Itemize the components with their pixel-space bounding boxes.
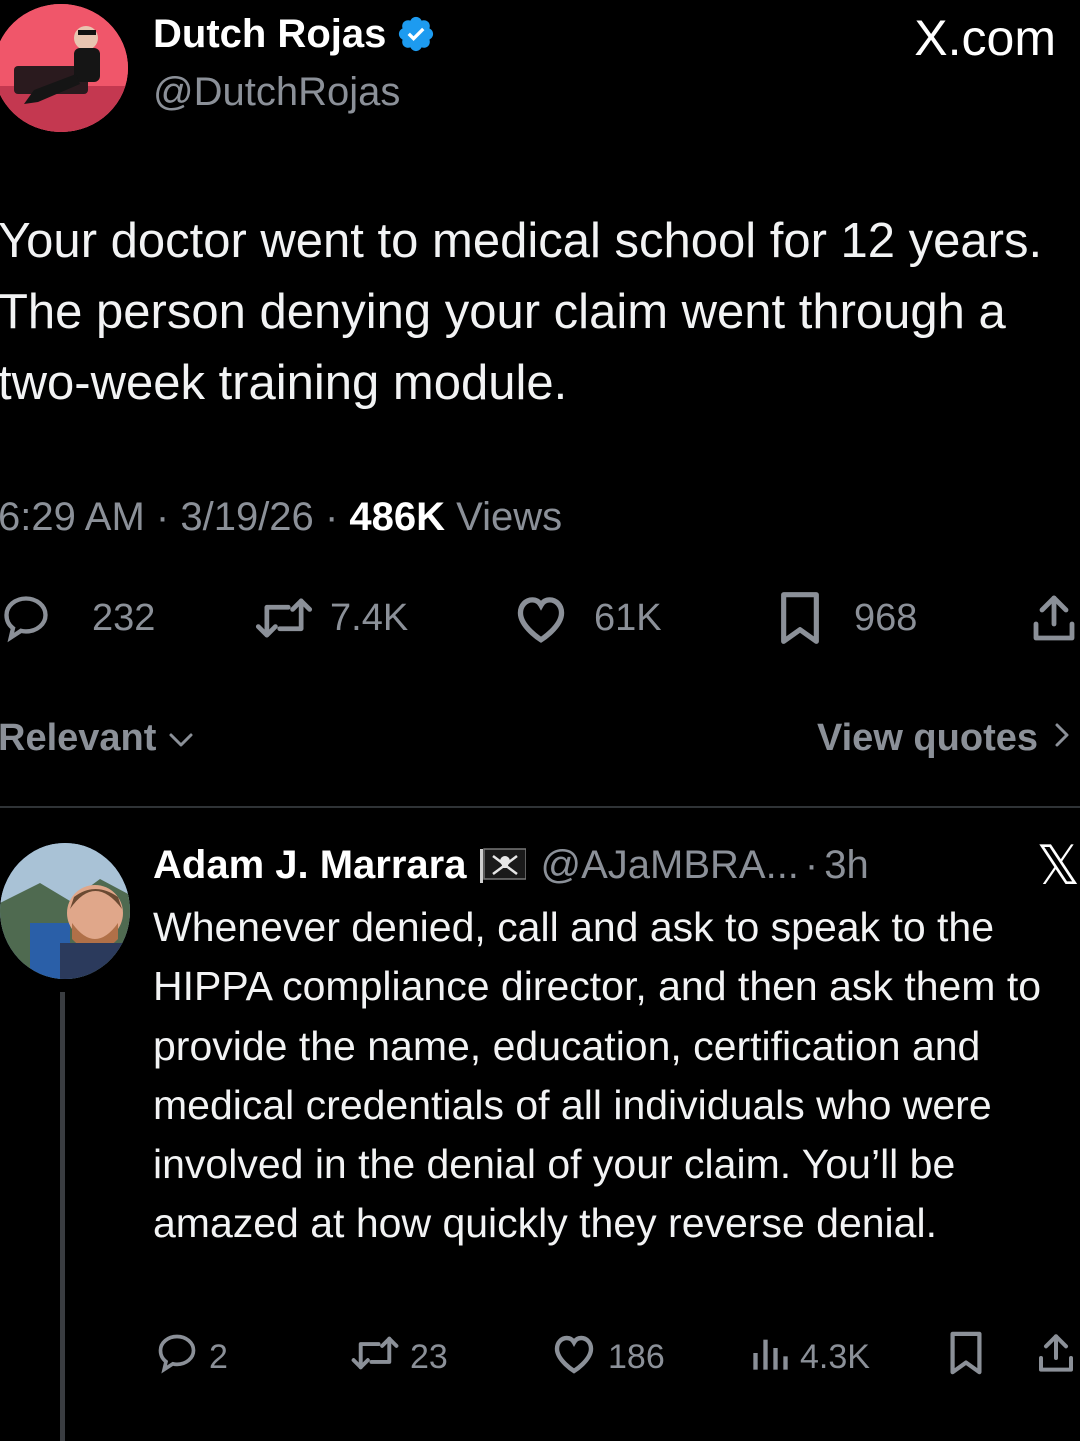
reply-header: Adam J. Marrara @AJaMBRA... · 3h (153, 838, 869, 892)
repost-button[interactable]: 7.4K (254, 590, 408, 646)
reply-repost-count: 23 (410, 1337, 448, 1376)
bookmark-icon (946, 1330, 986, 1385)
reply-button[interactable]: 232 (0, 590, 155, 646)
post-time[interactable]: 6:29 AM (0, 495, 145, 539)
speech-bubble-icon (155, 1331, 199, 1384)
heart-icon (550, 1331, 598, 1384)
bookmark-count: 968 (854, 596, 918, 639)
reply-views-count: 4.3K (800, 1337, 870, 1376)
thread-line (60, 992, 65, 1441)
views-count: 486K (349, 495, 446, 539)
bookmark-button[interactable]: 968 (776, 590, 917, 646)
reply-time[interactable]: 3h (824, 838, 869, 892)
bar-chart-icon (750, 1333, 790, 1382)
reply-author-name[interactable]: Adam J. Marrara (153, 838, 466, 892)
repost-count: 7.4K (330, 596, 409, 639)
site-label: X.com (914, 10, 1056, 66)
like-count: 61K (594, 596, 662, 639)
post-date[interactable]: 3/19/26 (180, 495, 313, 539)
chevron-down-icon (166, 712, 196, 764)
view-quotes-label: View quotes (816, 717, 1038, 759)
author-handle[interactable]: @DutchRojas (153, 68, 400, 116)
repost-arrows-icon (254, 592, 314, 644)
share-upload-icon (1036, 1331, 1076, 1384)
reply-meta-separator: · (804, 843, 819, 887)
chevron-right-icon (1052, 712, 1072, 764)
author-name[interactable]: Dutch Rojas (153, 10, 436, 58)
reply-views-button[interactable]: 4.3K (750, 1332, 870, 1382)
meta-separator: · (155, 495, 170, 539)
view-quotes-link[interactable]: View quotes (817, 712, 1072, 764)
bookmark-icon (776, 590, 824, 646)
like-button[interactable]: 61K (512, 590, 662, 646)
share-upload-icon (1030, 592, 1078, 644)
author-name-text[interactable]: Dutch Rojas (153, 10, 386, 58)
reply-reply-button[interactable]: 2 (155, 1332, 228, 1382)
pirate-flag-icon (480, 847, 528, 883)
reply-like-count: 186 (608, 1337, 665, 1376)
speech-bubble-icon (0, 592, 52, 644)
reply-author-handle[interactable]: @AJaMBRA... (540, 838, 798, 892)
reply-bookmark-button[interactable] (946, 1330, 986, 1385)
reply-repost-button[interactable]: 23 (350, 1332, 448, 1382)
x-logo-icon: 𝕏 (1036, 834, 1080, 897)
reply-author-avatar[interactable] (0, 843, 130, 979)
post-meta: 6:29 AM · 3/19/26 · 486K Views (0, 490, 562, 544)
reply-like-button[interactable]: 186 (550, 1332, 665, 1382)
reply-share-button[interactable] (1036, 1332, 1076, 1382)
repost-arrows-icon (350, 1331, 400, 1384)
sort-label: Relevant (0, 717, 157, 759)
divider (0, 806, 1080, 808)
reply-reply-count: 2 (209, 1337, 228, 1376)
verified-badge-icon (396, 14, 436, 54)
reply-count: 232 (92, 596, 156, 639)
sort-dropdown[interactable]: Relevant (0, 712, 196, 764)
post-text: Your doctor went to medical school for 1… (0, 214, 1043, 410)
heart-icon (512, 591, 570, 645)
meta-separator: · (324, 495, 339, 539)
views-label: Views (456, 495, 563, 539)
author-avatar[interactable] (0, 4, 128, 132)
reply-text: Whenever denied, call and ask to speak t… (153, 904, 1042, 1247)
share-button[interactable] (1030, 590, 1078, 646)
